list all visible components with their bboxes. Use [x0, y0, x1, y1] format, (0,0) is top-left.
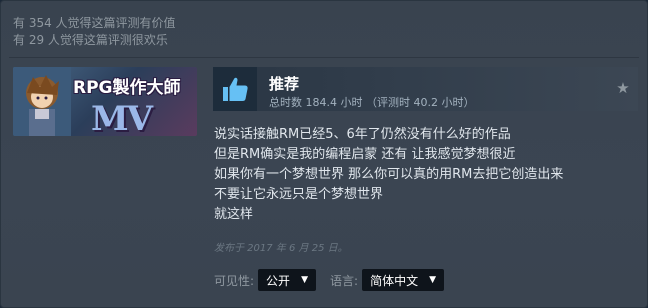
character-art-icon: [13, 67, 71, 136]
visibility-value: 公开: [266, 273, 291, 288]
divider: [9, 57, 639, 58]
language-label: 语言:: [330, 273, 359, 288]
review-line: 说实话接触RM已经5、6年了仍然没有什么好的作品: [214, 127, 511, 142]
visibility-dropdown[interactable]: 公开 ▼: [258, 269, 317, 291]
funny-count: 有 29 人觉得这篇评测很欢乐: [13, 33, 168, 47]
recommendation-title: 推荐: [269, 75, 300, 93]
chevron-down-icon: ▼: [429, 275, 437, 285]
review-stats: 有 354 人觉得这篇评测有价值 有 29 人觉得这篇评测很欢乐: [13, 15, 176, 49]
chevron-down-icon: ▼: [301, 275, 309, 285]
star-icon[interactable]: ★: [614, 79, 632, 97]
review-header: 推荐 总时数 184.4 小时 （评测时 40.2 小时） ★: [213, 67, 638, 111]
review-controls: 可见性: 公开 ▼ 语言: 简体中文 ▼: [214, 269, 445, 291]
playtime-hours: 总时数 184.4 小时 （评测时 40.2 小时）: [269, 96, 475, 109]
language-dropdown[interactable]: 简体中文 ▼: [362, 269, 445, 291]
recommendation-badge: [213, 67, 257, 111]
review-line: 就这样: [214, 207, 254, 222]
review-line: 不要让它永远只是个梦想世界: [214, 187, 384, 202]
review-panel: 有 354 人觉得这篇评测有价值 有 29 人觉得这篇评测很欢乐 RPG製作大師…: [0, 0, 648, 308]
capsule-title: RPG製作大師: [73, 78, 181, 98]
helpful-count: 有 354 人觉得这篇评测有价值: [13, 16, 176, 30]
capsule-logo: MV: [91, 99, 153, 136]
thumbs-up-icon: [223, 77, 248, 101]
posted-date: 发布于 2017 年 6 月 25 日。: [214, 243, 348, 254]
review-line: 但是RM确实是我的编程启蒙 还有 让我感觉梦想很近: [214, 147, 516, 162]
visibility-label: 可见性:: [214, 273, 255, 288]
review-line: 如果你有一个梦想世界 那么你可以真的用RM去把它创造出来: [214, 167, 564, 182]
review-body: 说实话接触RM已经5、6年了仍然没有什么好的作品 但是RM确实是我的编程启蒙 还…: [214, 125, 563, 225]
game-capsule-image[interactable]: RPG製作大師 MV: [13, 67, 197, 136]
language-value: 简体中文: [370, 273, 419, 288]
